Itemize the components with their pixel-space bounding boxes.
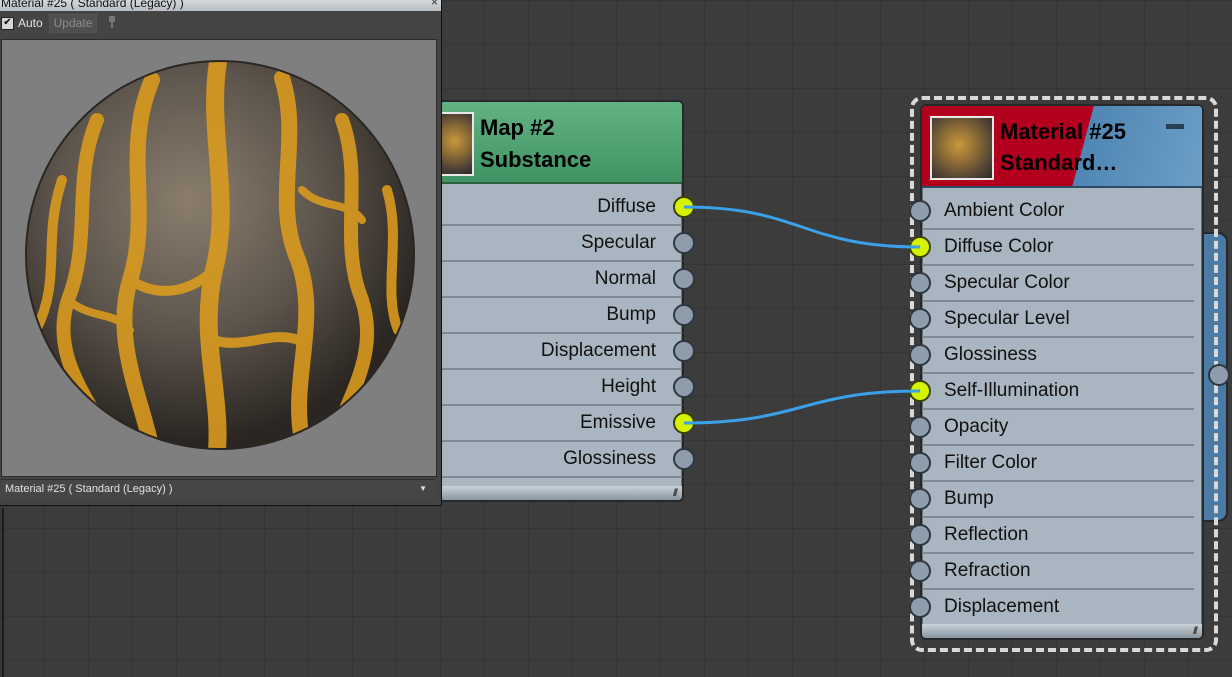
input-socket[interactable] [909, 452, 931, 474]
output-socket[interactable] [673, 340, 695, 362]
output-slot-row[interactable]: Displacement [440, 334, 695, 370]
input-slot-row[interactable]: Filter Color [909, 446, 1194, 482]
material-node-type: Standard… [1000, 150, 1118, 175]
output-slot-row[interactable]: Bump [440, 298, 695, 334]
preview-titlebar[interactable]: Material #25 ( Standard (Legacy) ) × [0, 0, 441, 11]
output-socket[interactable] [673, 304, 695, 326]
output-slot-row[interactable]: Specular [440, 226, 695, 262]
slot-label: Self-Illumination [944, 380, 1080, 401]
slot-label: Height [601, 376, 656, 397]
pin-icon[interactable] [107, 16, 117, 28]
slot-label: Bump [606, 304, 656, 325]
material-preview-sphere [25, 60, 415, 450]
slot-label: Glossiness [944, 344, 1037, 365]
input-slot-row[interactable]: Specular Color [909, 266, 1194, 302]
map-thumbnail [440, 112, 474, 176]
input-socket[interactable] [909, 272, 931, 294]
slot-label: Filter Color [944, 452, 1037, 473]
wire-emissive-to-self-illumination[interactable] [683, 389, 921, 425]
map-node-type: Substance [480, 147, 592, 172]
map-node-footer: //// [440, 486, 682, 500]
auto-checkbox[interactable]: ✔ [1, 17, 14, 30]
output-socket[interactable] [673, 448, 695, 470]
close-icon[interactable]: × [431, 0, 438, 11]
material-node-body: Material #25 Standard… Ambient Color Diff… [909, 104, 1204, 640]
output-slot-row[interactable]: Normal [440, 262, 695, 298]
preview-toolbar: ✔ Auto Update [0, 11, 441, 37]
input-slot-row[interactable]: Displacement [909, 590, 1194, 626]
input-slot-row[interactable]: Refraction [909, 554, 1194, 590]
material-output-socket[interactable] [1208, 364, 1230, 386]
input-slot-row[interactable]: Reflection [909, 518, 1194, 554]
material-node-header[interactable]: Material #25 Standard… [922, 106, 1202, 188]
resize-grip-icon[interactable]: //// [673, 488, 678, 499]
input-slot-row[interactable]: Opacity [909, 410, 1194, 446]
input-socket[interactable] [909, 308, 931, 330]
input-socket[interactable] [909, 200, 931, 222]
input-socket[interactable] [909, 416, 931, 438]
chevron-down-icon[interactable]: ▼ [419, 484, 427, 493]
slot-label: Specular Color [944, 272, 1070, 293]
update-button[interactable]: Update [49, 14, 97, 33]
input-socket[interactable] [909, 524, 931, 546]
input-socket[interactable] [909, 560, 931, 582]
output-slot-row[interactable]: Emissive [440, 406, 695, 442]
input-socket[interactable] [909, 236, 931, 258]
slot-label: Specular [581, 232, 656, 253]
output-socket[interactable] [673, 376, 695, 398]
material-node-standard[interactable]: Material #25 Standard… Ambient Color Diff… [909, 96, 1222, 652]
input-socket[interactable] [909, 380, 931, 402]
material-node-footer: //// [922, 624, 1202, 638]
row-divider [440, 476, 682, 478]
slot-label: Glossiness [563, 448, 656, 469]
output-socket[interactable] [673, 232, 695, 254]
wire-diffuse-to-diffuse-color[interactable] [683, 205, 921, 249]
preview-viewport[interactable] [1, 39, 437, 477]
map-node-header[interactable]: Map #2 Substance [440, 102, 682, 184]
output-socket[interactable] [673, 268, 695, 290]
input-slot-row[interactable]: Ambient Color [909, 194, 1194, 230]
material-thumbnail [930, 116, 994, 180]
slot-label: Displacement [944, 596, 1060, 617]
output-socket[interactable] [673, 412, 695, 434]
map-node-substance[interactable]: Map #2 Substance Diffuse Specular Normal Bu… [438, 100, 695, 502]
output-slot-row[interactable]: Diffuse [440, 190, 695, 226]
slot-label: Specular Level [944, 308, 1070, 329]
slot-label: Displacement [540, 340, 656, 361]
slot-label: Refraction [944, 560, 1031, 581]
slot-label: Ambient Color [944, 200, 1065, 221]
input-slot-row[interactable]: Glossiness [909, 338, 1194, 374]
input-slot-row[interactable]: Specular Level [909, 302, 1194, 338]
slot-label: Diffuse Color [944, 236, 1054, 257]
resize-grip-icon[interactable]: //// [1193, 626, 1198, 637]
slot-label: Bump [944, 488, 994, 509]
input-slot-row[interactable]: Diffuse Color [909, 230, 1194, 266]
output-socket[interactable] [673, 196, 695, 218]
viewport-divider [2, 508, 4, 677]
material-select[interactable]: Material #25 ( Standard (Legacy) ) ▼ [1, 479, 435, 500]
slot-label: Diffuse [597, 196, 656, 217]
output-slot-row[interactable]: Height [440, 370, 695, 406]
slot-label: Reflection [944, 524, 1029, 545]
input-socket[interactable] [909, 596, 931, 618]
slot-label: Emissive [579, 412, 656, 433]
input-slot-row[interactable]: Bump [909, 482, 1194, 518]
collapse-button[interactable] [1166, 124, 1184, 129]
input-socket[interactable] [909, 344, 931, 366]
input-slot-row[interactable]: Self-Illumination [909, 374, 1194, 410]
slot-label: Normal [594, 268, 656, 289]
output-slot-row[interactable]: Glossiness [440, 442, 695, 478]
slot-label: Opacity [944, 416, 1009, 437]
material-select-value: Material #25 ( Standard (Legacy) ) [5, 483, 173, 495]
material-node-title: Material #25 [1000, 119, 1126, 144]
input-socket[interactable] [909, 488, 931, 510]
map-node-body: Map #2 Substance Diffuse Specular Normal Bu… [438, 100, 695, 502]
auto-label: Auto [18, 16, 43, 30]
material-preview-window[interactable]: Material #25 ( Standard (Legacy) ) × ✔ A… [0, 0, 442, 506]
map-node-title: Map #2 [480, 115, 555, 140]
